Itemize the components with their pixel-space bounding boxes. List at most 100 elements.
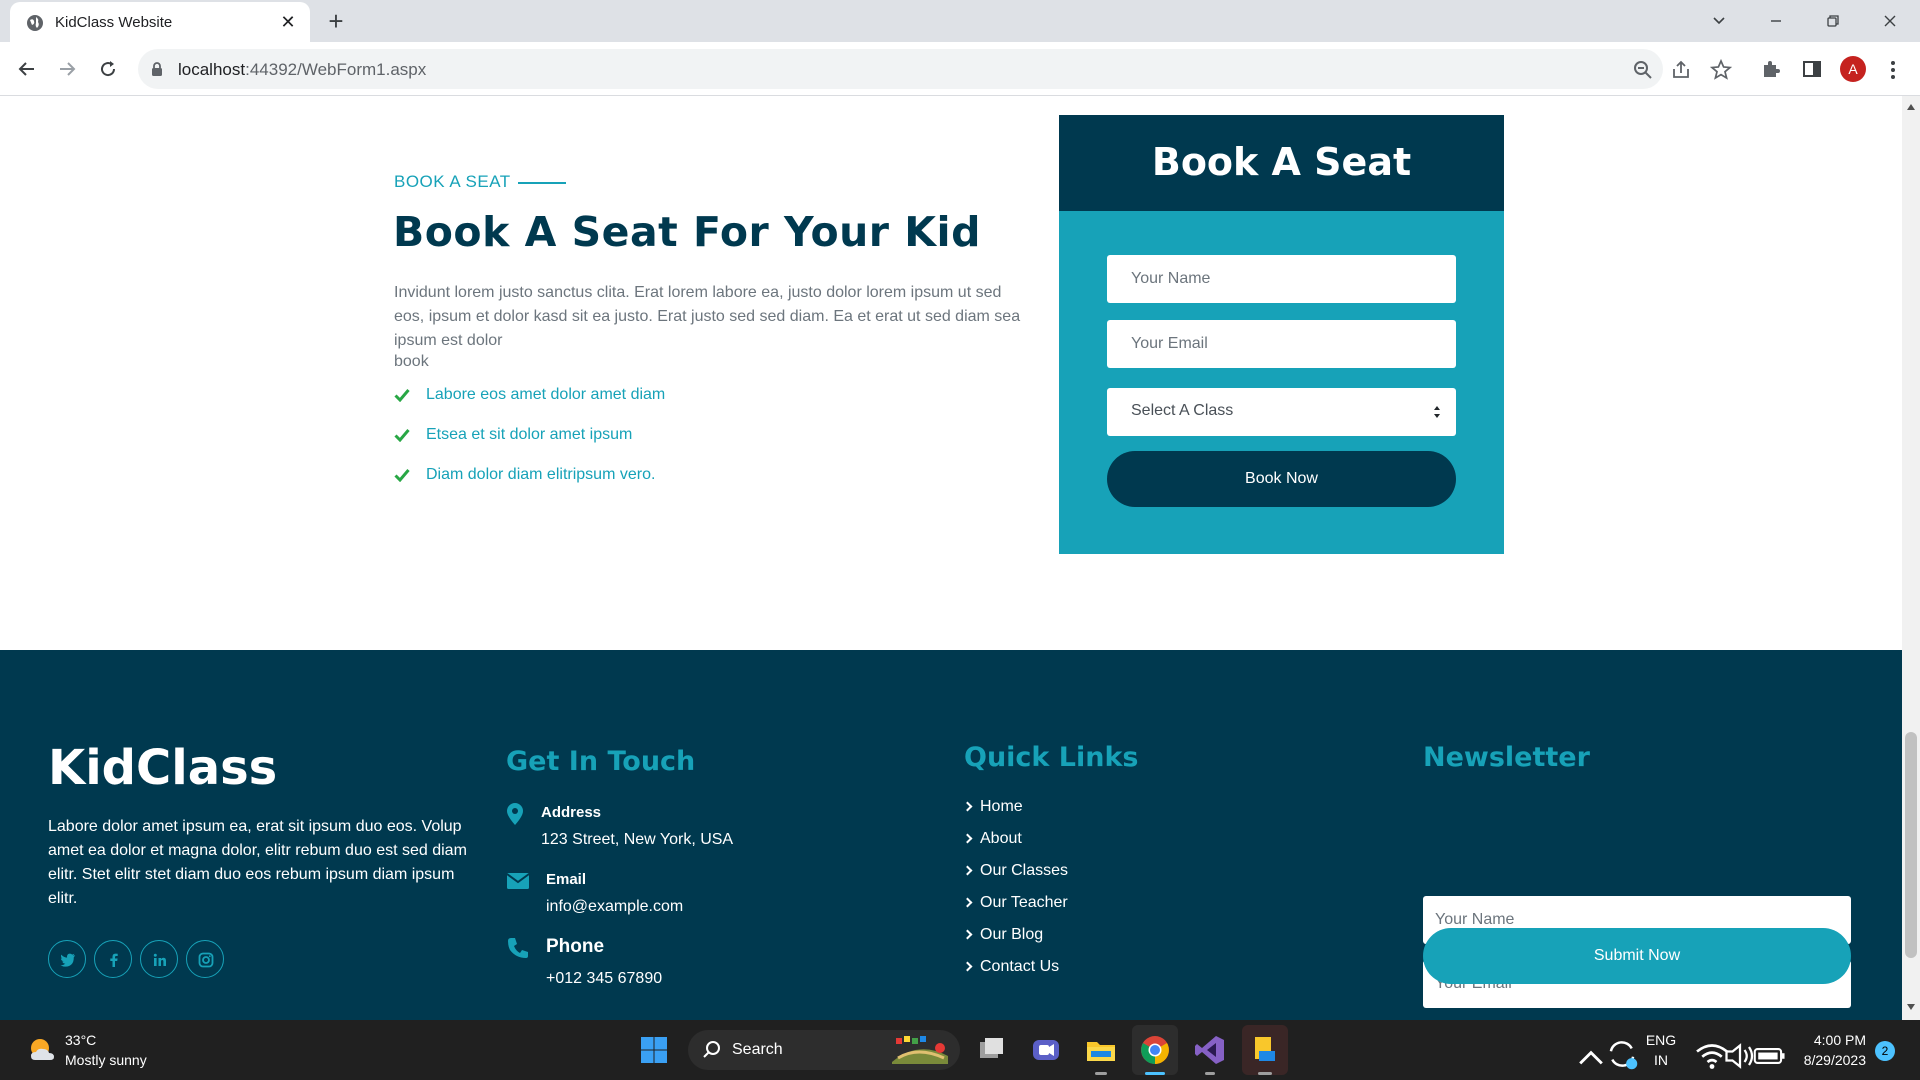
sync-icon[interactable] xyxy=(1604,1036,1640,1072)
address-label: Address xyxy=(541,804,602,821)
star-icon[interactable] xyxy=(1709,58,1733,82)
check-icon xyxy=(394,389,410,402)
lock-icon xyxy=(152,62,162,76)
class-select-value: Select A Class xyxy=(1131,402,1234,419)
eyebrow-divider xyxy=(518,182,566,184)
task-view-icon[interactable] xyxy=(974,1032,1010,1068)
quick-link-home[interactable]: Home xyxy=(964,798,1023,816)
minimize-icon[interactable] xyxy=(1759,6,1793,36)
newsletter-title: Newsletter xyxy=(1423,742,1590,773)
reload-button[interactable] xyxy=(93,54,123,84)
booking-form-card: Book A Seat Select A Class Book Now xyxy=(1059,115,1504,554)
facebook-icon xyxy=(110,953,118,967)
teams-chat-icon[interactable] xyxy=(1028,1032,1064,1068)
arrow-right-icon xyxy=(60,62,76,76)
scroll-up-arrow-icon[interactable] xyxy=(1907,104,1915,110)
file-app-icon xyxy=(1255,1037,1275,1061)
checklist-text: Etsea et sit dolor amet ipsum xyxy=(426,426,633,443)
language-code[interactable]: ENG xyxy=(1643,1032,1679,1048)
side-panel-icon[interactable] xyxy=(1800,57,1824,81)
clock-time[interactable]: 4:00 PM xyxy=(1790,1032,1866,1048)
more-menu-icon[interactable] xyxy=(1883,58,1903,82)
chrome-taskbar-slot[interactable] xyxy=(1132,1025,1178,1075)
taskbar-search-box[interactable]: Search xyxy=(688,1030,960,1070)
restore-icon[interactable] xyxy=(1816,6,1850,36)
select-arrows-icon xyxy=(1434,406,1440,418)
explorer-running-indicator xyxy=(1095,1072,1107,1075)
twitter-button[interactable] xyxy=(48,940,86,978)
facebook-button[interactable] xyxy=(94,940,132,978)
contact-title: Get In Touch xyxy=(506,746,696,777)
windows-start-icon[interactable] xyxy=(636,1032,672,1068)
footer-brand-logo[interactable]: KidClass xyxy=(48,740,277,796)
quick-link-about[interactable]: About xyxy=(964,830,1022,848)
clock-date[interactable]: 8/29/2023 xyxy=(1784,1052,1866,1068)
reload-icon xyxy=(101,61,116,77)
browser-tab-bar: KidClass Website ✕ + xyxy=(0,0,1920,42)
search-icon xyxy=(703,1041,720,1058)
quick-link-contact[interactable]: Contact Us xyxy=(964,958,1059,976)
footer-description: Labore dolor amet ipsum ea, erat sit ips… xyxy=(48,818,467,907)
browser-toolbar: localhost:44392/WebForm1.aspx A xyxy=(0,42,1920,96)
new-tab-button[interactable]: + xyxy=(322,8,350,36)
address-value: 123 Street, New York, USA xyxy=(541,831,734,848)
sticky-app-taskbar-slot[interactable] xyxy=(1242,1025,1288,1075)
close-tab-icon[interactable]: ✕ xyxy=(276,10,300,34)
extensions-puzzle-icon[interactable] xyxy=(1760,57,1784,81)
section-eyebrow: BOOK A SEAT xyxy=(394,172,511,191)
address-bar[interactable]: localhost:44392/WebForm1.aspx xyxy=(138,49,1733,89)
booking-paragraph: Invidunt lorem justo sanctus clita. Erat… xyxy=(394,284,1021,349)
phone-value: +012 345 67890 xyxy=(546,970,663,987)
file-explorer-icon[interactable] xyxy=(1083,1032,1119,1068)
email-label: Email xyxy=(546,871,587,888)
checklist-text: Diam dolor diam elitripsum vero. xyxy=(426,466,656,483)
booking-paragraph-tail: book xyxy=(394,353,429,370)
quick-links-title: Quick Links xyxy=(964,742,1139,773)
quick-link-teacher[interactable]: Our Teacher xyxy=(964,894,1068,912)
class-select[interactable]: Select A Class xyxy=(1107,388,1456,436)
close-window-icon[interactable] xyxy=(1873,6,1907,36)
linkedin-button[interactable] xyxy=(140,940,178,978)
back-button[interactable] xyxy=(12,54,42,84)
quick-link-classes[interactable]: Our Classes xyxy=(964,862,1068,880)
taskbar-search-label: Search xyxy=(732,1041,783,1058)
check-icon xyxy=(394,469,410,482)
tab-search-chevron-icon[interactable] xyxy=(1702,6,1736,36)
linkedin-icon xyxy=(153,953,166,966)
page-scrollbar[interactable] xyxy=(1902,96,1920,1020)
search-highlight-icon xyxy=(892,1036,948,1064)
globe-icon xyxy=(27,15,43,31)
submit-now-button[interactable]: Submit Now xyxy=(1423,928,1851,984)
checklist-item: Etsea et sit dolor amet ipsum xyxy=(394,426,665,466)
notification-badge[interactable]: 2 xyxy=(1875,1041,1895,1061)
visual-studio-icon[interactable] xyxy=(1192,1032,1228,1068)
email-value: info@example.com xyxy=(546,898,684,915)
booking-name-input[interactable] xyxy=(1107,255,1456,303)
browser-tab[interactable]: KidClass Website ✕ xyxy=(10,2,310,42)
book-now-button[interactable]: Book Now xyxy=(1107,451,1456,507)
forward-button[interactable] xyxy=(52,54,82,84)
phone-label: Phone xyxy=(546,936,605,957)
quick-link-blog[interactable]: Our Blog xyxy=(964,926,1043,944)
weather-sun-cloud-icon[interactable] xyxy=(27,1036,57,1064)
chrome-active-indicator xyxy=(1145,1072,1165,1075)
zoom-icon[interactable] xyxy=(1631,58,1655,82)
scroll-down-arrow-icon[interactable] xyxy=(1907,1004,1915,1010)
tab-title: KidClass Website xyxy=(55,14,173,31)
booking-form-title: Book A Seat xyxy=(1151,140,1412,184)
booking-email-input[interactable] xyxy=(1107,320,1456,368)
profile-avatar[interactable]: A xyxy=(1840,56,1866,82)
twitter-icon xyxy=(60,953,75,967)
weather-temperature: 33°C xyxy=(65,1032,97,1048)
chrome-icon xyxy=(1141,1036,1169,1064)
map-marker-icon xyxy=(507,803,523,825)
instagram-button[interactable] xyxy=(186,940,224,978)
check-icon xyxy=(394,429,410,442)
booking-heading: Book A Seat For Your Kid xyxy=(393,208,981,256)
booking-section: BOOK A SEAT Book A Seat For Your Kid Inv… xyxy=(0,96,1902,650)
scrollbar-thumb[interactable] xyxy=(1905,732,1917,958)
region-code[interactable]: IN xyxy=(1643,1052,1679,1068)
battery-icon[interactable] xyxy=(1752,1038,1788,1074)
share-icon[interactable] xyxy=(1669,58,1693,82)
feature-checklist: Labore eos amet dolor amet diam Etsea et… xyxy=(394,386,665,506)
